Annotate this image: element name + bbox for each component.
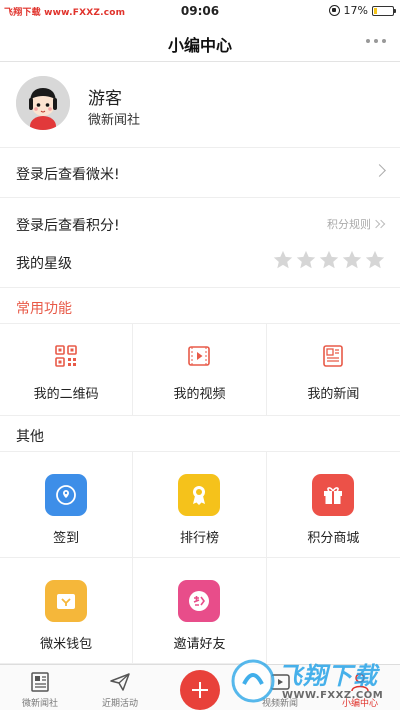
more-dots-icon[interactable] [366,39,386,43]
tab-recent-activities[interactable]: 近期活动 [80,665,160,710]
micoin-label: 登录后查看微米! [16,167,120,183]
my-video-label: 我的视频 [173,387,226,402]
battery-percent: 17% [343,4,368,17]
my-qrcode-label: 我的二维码 [33,387,99,402]
my-qrcode-button[interactable]: 我的二维码 [0,324,134,416]
tab-label: 微新闻社 [21,699,58,709]
battery-level [374,7,378,14]
cartoon-avatar-icon [16,76,70,130]
status-right: 17% [328,4,396,17]
qrcode-icon [55,345,77,367]
tab-label: 小编中心 [341,699,378,709]
micoin-row[interactable]: 登录后查看微米! [0,148,400,198]
page-title: 小编中心 [167,36,232,55]
stars-label: 我的星级 [16,256,72,272]
newspaper-icon [31,672,49,692]
gift-icon [312,474,355,516]
invite-friends-button[interactable]: 邀请好友 [133,558,267,664]
double-chevron-right-icon [371,219,386,229]
other-grid: 签到 排行榜 积分商城 微米钱包 邀请好友 [0,452,400,664]
paper-plane-icon [110,673,130,691]
invite-friends-label: 邀请好友 [173,637,226,652]
star-icon [365,250,385,269]
rotation-lock-icon [328,5,340,16]
tab-weixinwenshe[interactable]: 微新闻社 [0,665,80,710]
tab-editor-center[interactable]: 小编中心 [320,665,400,710]
checkin-icon [45,474,88,516]
star-rating [272,249,386,271]
ranking-button[interactable]: 排行榜 [133,452,267,558]
ranking-icon [178,474,221,516]
star-icon [342,250,362,269]
star-icon [319,250,339,269]
user-center-icon [351,673,369,692]
wallet-label: 微米钱包 [40,637,93,652]
tab-label: 视频新闻 [261,699,298,709]
points-label: 登录后查看积分! [16,218,120,234]
news-icon [323,345,344,367]
star-icon [296,250,316,269]
my-video-button[interactable]: 我的视频 [133,324,267,416]
status-bar: 飞翔下载 www.FXXZ.com 09:06 17% [0,0,400,22]
other-title: 其他 [16,429,44,445]
points-mall-label: 积分商城 [307,531,360,546]
video-news-icon [270,674,290,690]
points-rules-label: 积分规则 [327,218,371,231]
my-news-button[interactable]: 我的新闻 [267,324,400,416]
tab-video-news[interactable]: 视频新闻 [240,665,320,710]
chevron-right-icon [373,164,386,177]
avatar[interactable] [16,76,70,130]
wallet-button[interactable]: 微米钱包 [0,558,134,664]
tab-label: 近期活动 [101,699,138,709]
points-section: 登录后查看积分! 积分规则 我的星级 [0,198,400,288]
user-name: 游客 [88,89,122,109]
star-icon [273,250,293,269]
nav-bar: 小编中心 [0,22,400,62]
video-icon [188,346,211,366]
checkin-label: 签到 [53,531,80,546]
wallet-icon [45,580,88,622]
invite-icon [178,580,221,622]
profile-card[interactable]: 游客 微新闻社 [0,62,400,148]
common-functions-grid: 我的二维码 我的视频 我的新闻 [0,324,400,416]
points-rules-link[interactable]: 积分规则 [327,216,386,232]
points-mall-button[interactable]: 积分商城 [266,452,400,558]
ranking-label: 排行榜 [179,531,219,546]
publish-plus-button[interactable] [180,670,220,710]
my-news-label: 我的新闻 [307,387,360,402]
common-functions-title: 常用功能 [16,301,72,317]
common-functions-header: 常用功能 [0,288,400,324]
other-header: 其他 [0,416,400,452]
checkin-button[interactable]: 签到 [0,452,134,558]
battery-icon [372,5,396,16]
user-organization: 微新闻社 [88,113,141,128]
